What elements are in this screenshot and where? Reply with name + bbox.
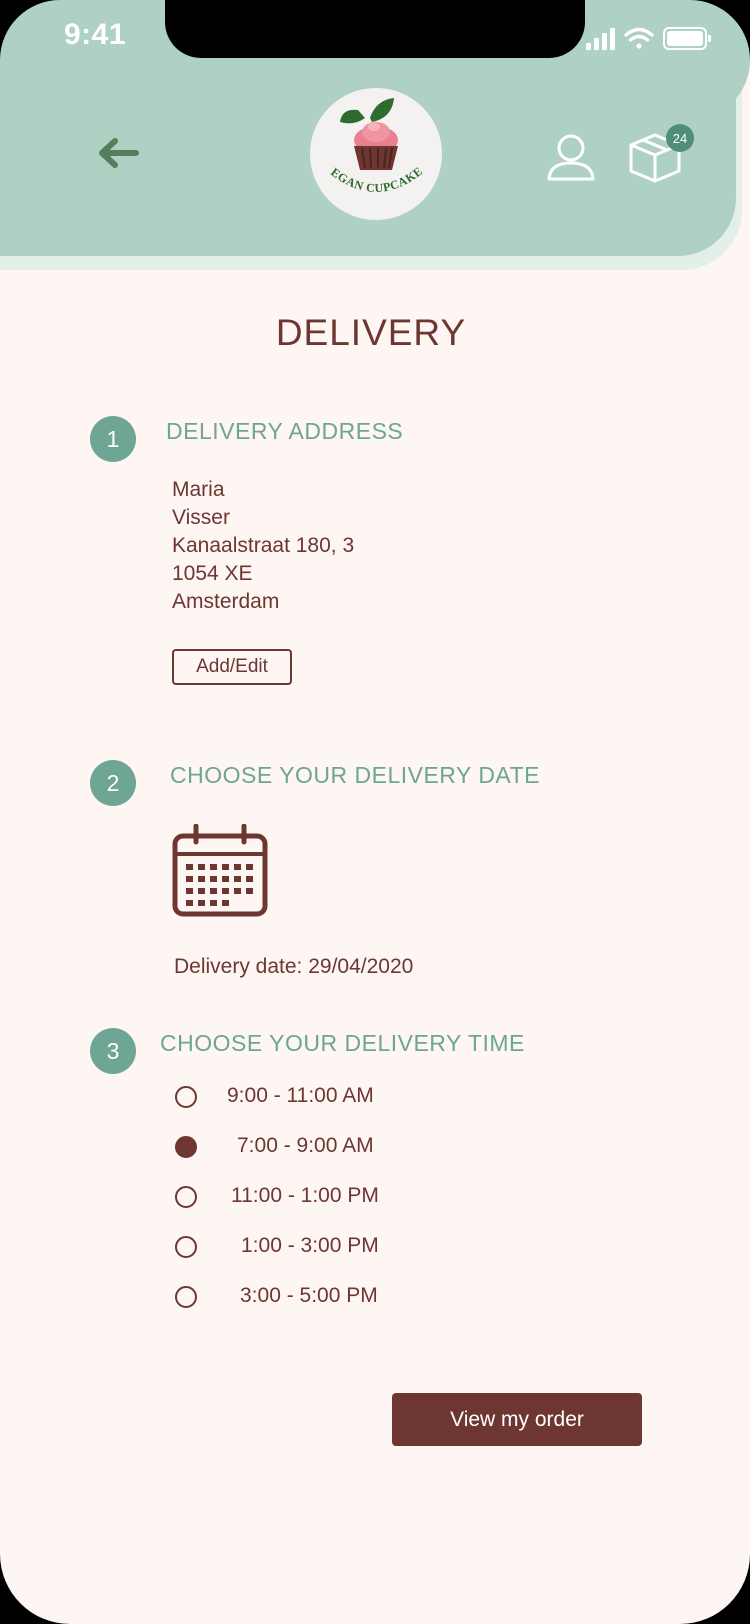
time-option-7-9am[interactable]: 7:00 - 9:00 AM bbox=[175, 1133, 435, 1163]
time-option-radio[interactable] bbox=[175, 1286, 197, 1308]
screen-corner-left bbox=[0, 0, 120, 120]
address-postcode: 1054 XE bbox=[172, 562, 253, 585]
add-edit-address-button[interactable]: Add/Edit bbox=[172, 649, 292, 685]
address-last-name: Visser bbox=[172, 506, 230, 529]
time-option-9-11am[interactable]: 9:00 - 11:00 AM bbox=[175, 1083, 435, 1113]
time-option-11-1pm[interactable]: 11:00 - 1:00 PM bbox=[175, 1183, 435, 1213]
time-option-label: 3:00 - 5:00 PM bbox=[240, 1284, 378, 1307]
cupcake-logo-icon: VEGAN CUPCAKES bbox=[305, 77, 424, 195]
time-option-label: 9:00 - 11:00 AM bbox=[227, 1084, 374, 1107]
user-icon[interactable] bbox=[546, 132, 596, 182]
page-title: DELIVERY bbox=[275, 312, 467, 353]
time-option-radio[interactable] bbox=[175, 1186, 197, 1208]
back-arrow-icon[interactable] bbox=[96, 136, 140, 170]
brand-logo[interactable]: VEGAN CUPCAKES bbox=[305, 77, 442, 220]
time-option-label: 7:00 - 9:00 AM bbox=[237, 1134, 374, 1157]
time-option-3-5pm[interactable]: 3:00 - 5:00 PM bbox=[175, 1283, 435, 1313]
time-option-radio[interactable] bbox=[175, 1236, 197, 1258]
address-first-name: Maria bbox=[172, 478, 225, 501]
time-option-radio[interactable] bbox=[175, 1086, 197, 1108]
view-my-order-button[interactable]: View my order bbox=[392, 1393, 642, 1446]
step-number-3: 3 bbox=[90, 1028, 136, 1074]
time-option-label: 1:00 - 3:00 PM bbox=[241, 1234, 379, 1257]
phone-screen: 9:41 EGAN CUPCAKE 24 DELIVERY 1 DELIVERY… bbox=[0, 0, 750, 1624]
delivery-date-title: CHOOSE YOUR DELIVERY DATE bbox=[170, 762, 540, 788]
cart-count-badge: 24 bbox=[666, 124, 694, 152]
time-option-label: 11:00 - 1:00 PM bbox=[231, 1184, 379, 1207]
address-city: Amsterdam bbox=[172, 590, 280, 613]
cellular-signal-icon bbox=[586, 28, 615, 50]
time-option-1-3pm[interactable]: 1:00 - 3:00 PM bbox=[175, 1233, 435, 1263]
delivery-time-title: CHOOSE YOUR DELIVERY TIME bbox=[160, 1030, 525, 1056]
delivery-address-title: DELIVERY ADDRESS bbox=[166, 418, 404, 444]
address-street: Kanaalstraat 180, 3 bbox=[172, 534, 355, 557]
step-number-2: 2 bbox=[90, 760, 136, 806]
step-number-1: 1 bbox=[90, 416, 136, 462]
time-option-radio-selected[interactable] bbox=[175, 1136, 197, 1158]
battery-icon bbox=[663, 27, 711, 50]
wifi-icon bbox=[624, 27, 654, 49]
device-notch bbox=[165, 0, 585, 58]
status-icons bbox=[586, 27, 711, 50]
calendar-icon[interactable] bbox=[172, 824, 268, 918]
status-time: 9:41 bbox=[64, 18, 127, 51]
delivery-date-text: Delivery date: 29/04/2020 bbox=[174, 955, 414, 978]
